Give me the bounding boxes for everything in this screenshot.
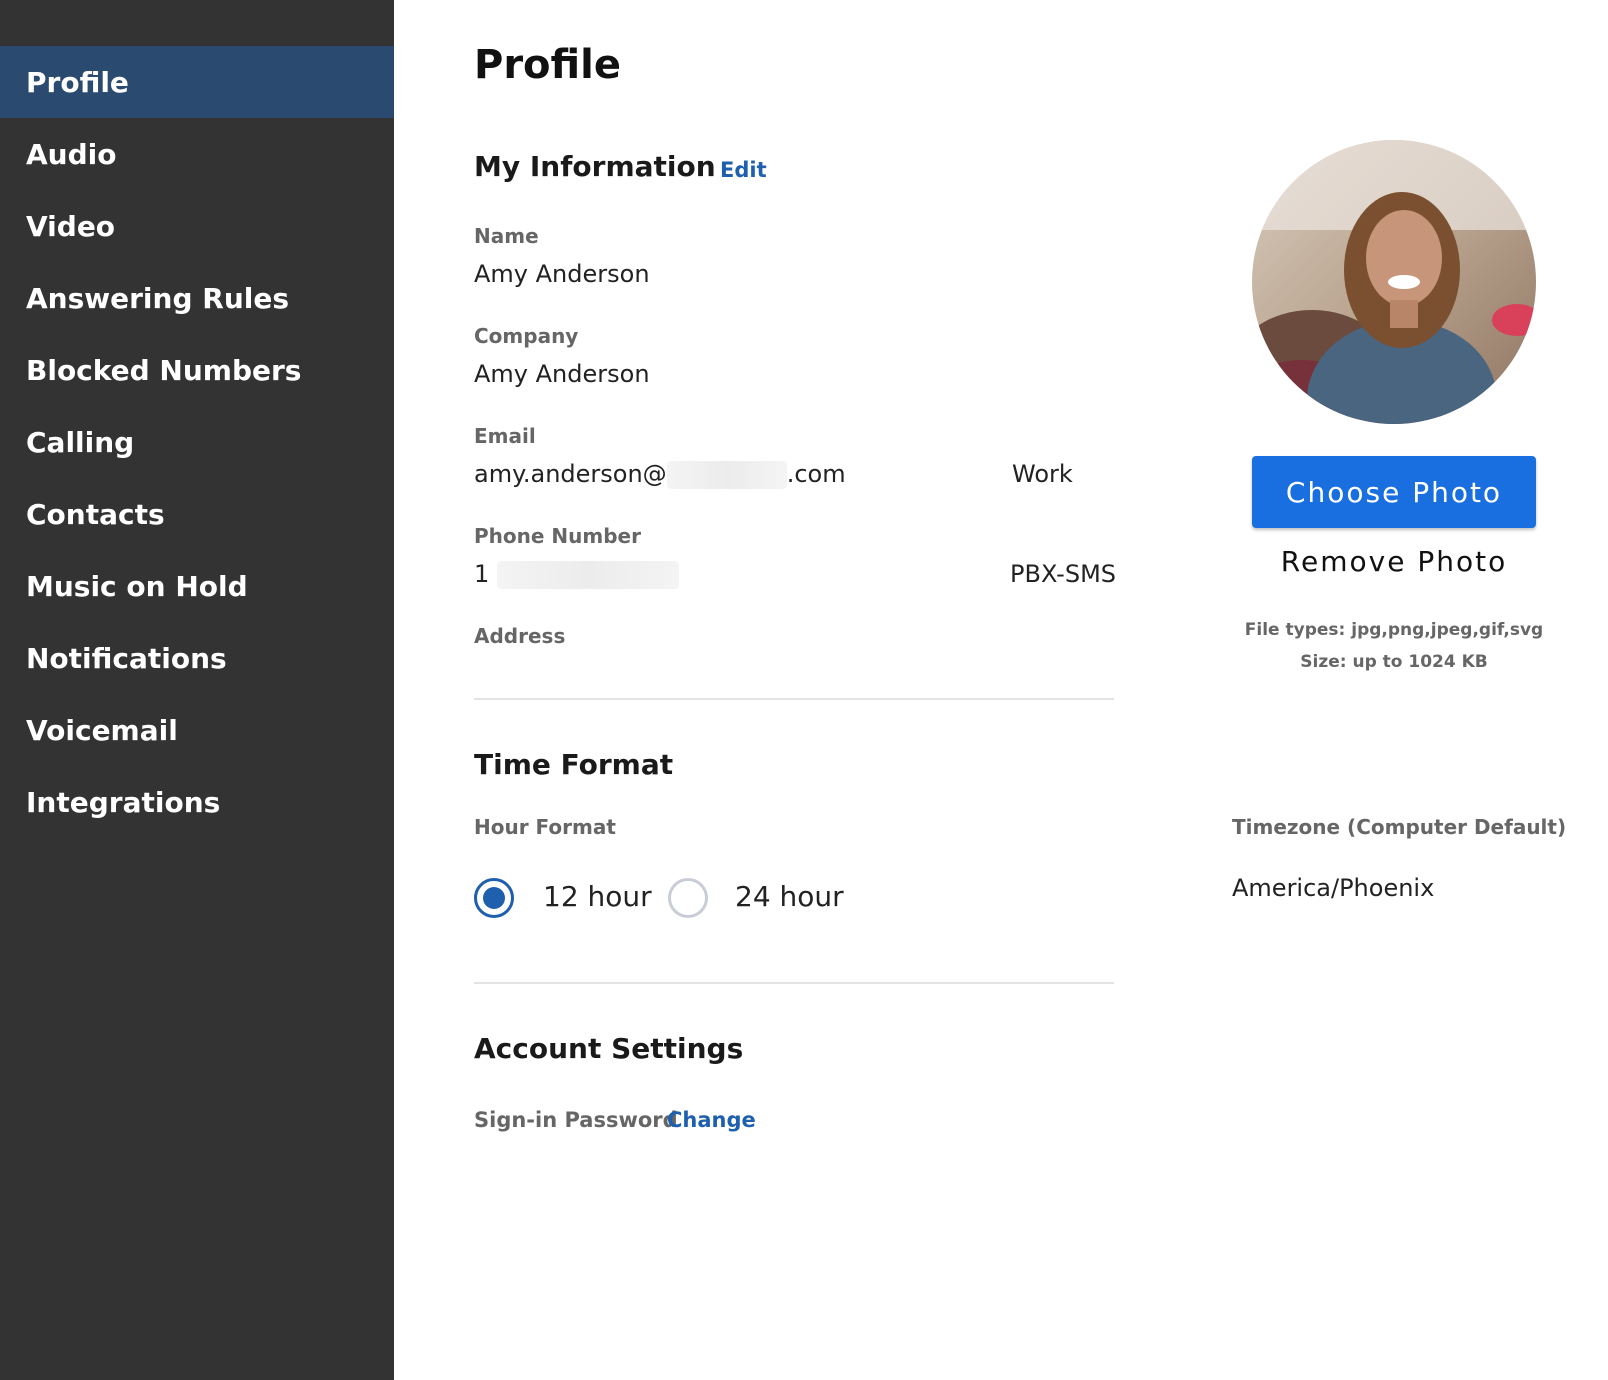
company-value: Amy Anderson [474, 360, 650, 388]
phone-label: Phone Number [474, 524, 641, 548]
sidebar-item-music-on-hold[interactable]: Music on Hold [0, 550, 394, 622]
main-content: Profile My Information Edit Name Amy And… [394, 0, 1608, 1380]
change-password-link[interactable]: Change [667, 1108, 756, 1132]
name-value: Amy Anderson [474, 260, 650, 288]
sidebar-item-label: Answering Rules [26, 281, 290, 315]
edit-link[interactable]: Edit [720, 158, 767, 182]
file-size-note: Size: up to 1024 KB [1300, 652, 1488, 672]
email-type: Work [1012, 460, 1073, 488]
address-label: Address [474, 624, 566, 648]
sidebar-item-label: Contacts [26, 497, 165, 531]
redacted-block [666, 461, 787, 489]
divider [474, 698, 1114, 700]
sign-in-password-label: Sign-in Password [474, 1108, 678, 1132]
file-types-note: File types: jpg,png,jpeg,gif,svg [1244, 620, 1544, 640]
email-prefix: amy.anderson@ [474, 460, 667, 488]
sidebar-item-label: Video [26, 209, 116, 243]
sidebar: Profile Audio Video Answering Rules Bloc… [0, 0, 394, 1380]
sidebar-item-label: Integrations [26, 785, 221, 819]
section-title-my-information: My Information [474, 150, 716, 183]
sidebar-item-blocked-numbers[interactable]: Blocked Numbers [0, 334, 394, 406]
sidebar-item-notifications[interactable]: Notifications [0, 622, 394, 694]
sidebar-item-voicemail[interactable]: Voicemail [0, 694, 394, 766]
sidebar-item-answering-rules[interactable]: Answering Rules [0, 262, 394, 334]
sidebar-item-label: Calling [26, 425, 135, 459]
option-24-hour-label[interactable]: 24 hour [735, 880, 844, 913]
timezone-value: America/Phoenix [1232, 874, 1435, 902]
sidebar-item-label: Blocked Numbers [26, 353, 302, 387]
sidebar-item-label: Notifications [26, 641, 227, 675]
page-title: Profile [474, 42, 622, 88]
sidebar-item-audio[interactable]: Audio [0, 118, 394, 190]
remove-photo-button[interactable]: Remove Photo [1252, 545, 1536, 585]
sidebar-item-label: Profile [26, 65, 129, 99]
redacted-block [496, 561, 679, 589]
section-title-account-settings: Account Settings [474, 1032, 744, 1065]
divider [474, 982, 1114, 984]
app-window: Profile Audio Video Answering Rules Bloc… [0, 0, 1608, 1380]
option-12-hour-label[interactable]: 12 hour [543, 880, 652, 913]
email-value: amy.anderson@ .com [474, 460, 846, 489]
sidebar-item-profile[interactable]: Profile [0, 46, 394, 118]
sidebar-item-label: Music on Hold [26, 569, 248, 603]
sidebar-item-label: Audio [26, 137, 117, 171]
radio-24-hour[interactable] [668, 878, 708, 918]
sidebar-item-video[interactable]: Video [0, 190, 394, 262]
phone-prefix: 1 [474, 560, 490, 588]
choose-photo-button[interactable]: Choose Photo [1252, 456, 1536, 528]
radio-selected-dot [483, 887, 505, 909]
sidebar-item-integrations[interactable]: Integrations [0, 766, 394, 838]
company-label: Company [474, 324, 579, 348]
radio-12-hour[interactable] [474, 878, 514, 918]
email-suffix: .com [786, 460, 846, 488]
sidebar-item-label: Voicemail [26, 713, 178, 747]
section-title-time-format: Time Format [474, 748, 674, 781]
avatar-photo [1252, 140, 1536, 424]
phone-type: PBX-SMS [1010, 560, 1117, 588]
hour-format-label: Hour Format [474, 815, 616, 839]
avatar [1252, 140, 1536, 424]
timezone-label: Timezone (Computer Default) [1232, 815, 1567, 839]
name-label: Name [474, 224, 539, 248]
email-label: Email [474, 424, 536, 448]
phone-value: 1 [474, 560, 679, 589]
sidebar-item-calling[interactable]: Calling [0, 406, 394, 478]
sidebar-item-contacts[interactable]: Contacts [0, 478, 394, 550]
